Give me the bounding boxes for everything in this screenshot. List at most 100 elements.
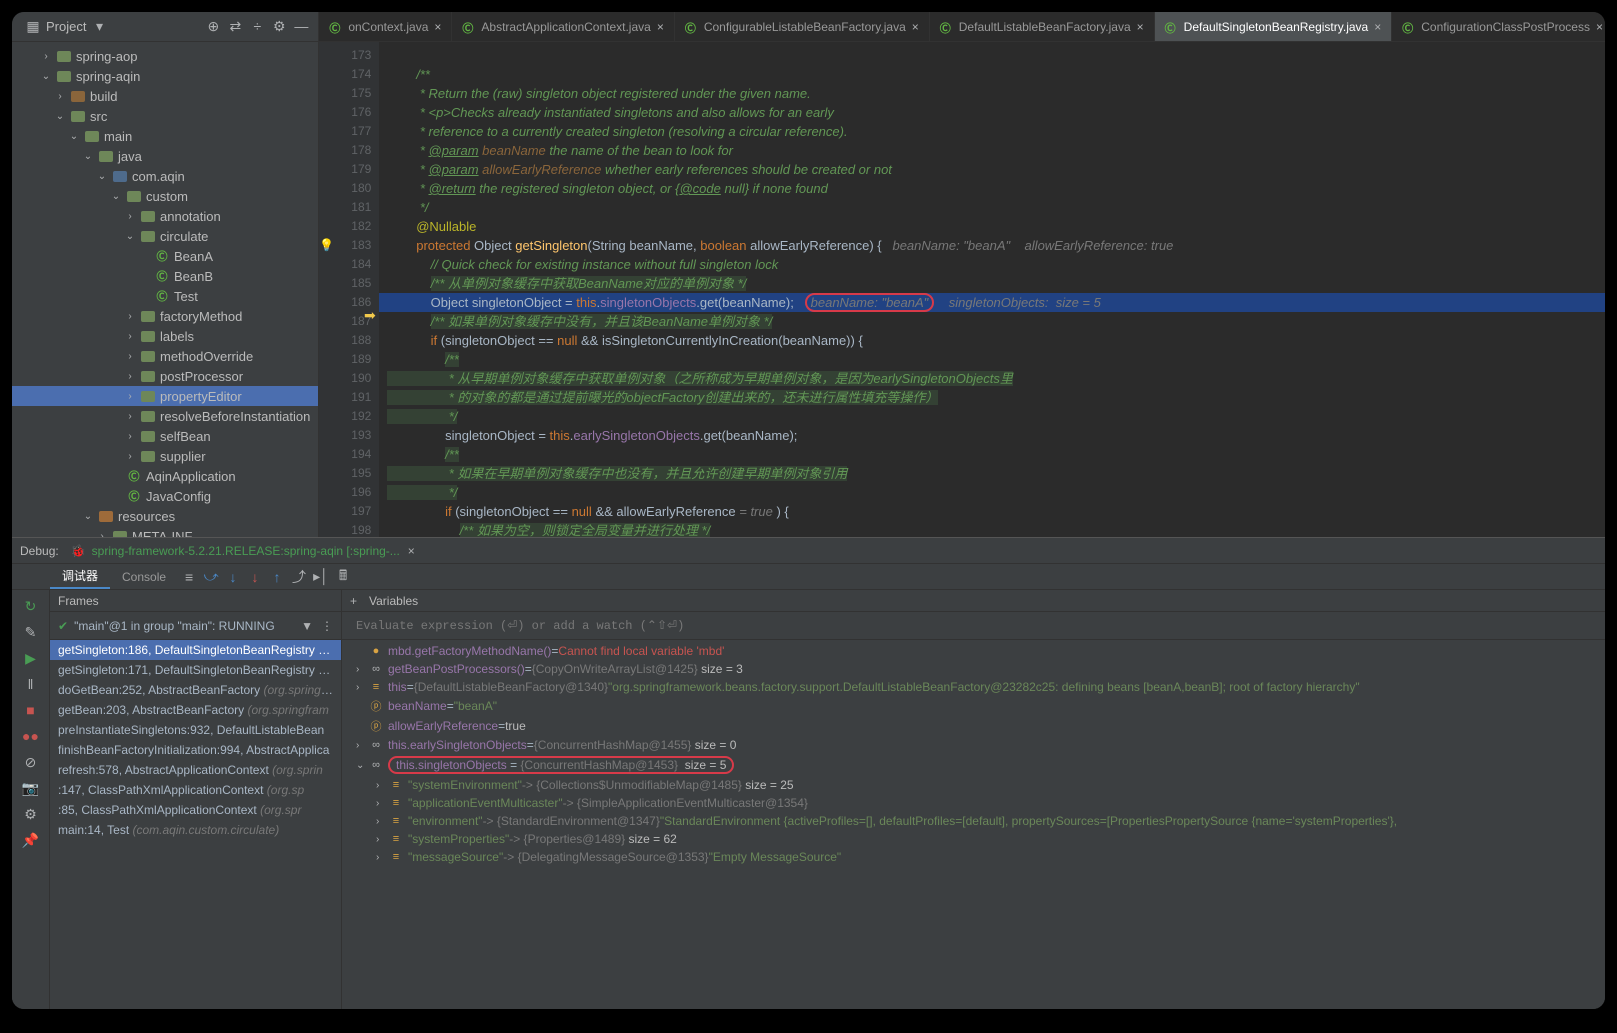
stack-frame[interactable]: main:14, Test (com.aqin.custom.circulate… [50, 820, 341, 840]
stack-frame[interactable]: getSingleton:186, DefaultSingletonBeanRe… [50, 640, 341, 660]
variable-row[interactable]: ⓟbeanName = "beanA" [342, 696, 1605, 716]
stack-frame[interactable]: doGetBean:252, AbstractBeanFactory (org.… [50, 680, 341, 700]
evaluate-icon[interactable]: 🖩 [332, 565, 354, 589]
dropdown-icon[interactable]: ▾ [90, 18, 108, 36]
modify-icon[interactable]: ✎ [19, 620, 43, 644]
editor-tab[interactable]: ⒸonContext.java× [319, 12, 452, 41]
code-line[interactable]: /** 从单例对象缓存中获取BeanName对应的单例对象 */ [379, 274, 1605, 293]
more-tabs-icon[interactable]: ≡ [178, 569, 200, 585]
stop-icon[interactable]: ■ [19, 698, 43, 722]
tree-node[interactable]: ›spring-aop [12, 46, 318, 66]
editor-tab[interactable]: ⒸDefaultSingletonBeanRegistry.java× [1155, 12, 1393, 41]
variable-row[interactable]: ›∞getBeanPostProcessors() = {CopyOnWrite… [342, 660, 1605, 678]
tree-node[interactable]: ⒸJavaConfig [12, 486, 318, 506]
console-tab[interactable]: Console [110, 564, 178, 589]
tree-node[interactable]: ⒸTest [12, 286, 318, 306]
variable-row[interactable]: ›≡"messageSource" -> {DelegatingMessageS… [342, 848, 1605, 866]
tree-node[interactable]: ⌄main [12, 126, 318, 146]
code-line[interactable]: * <p>Checks already instantiated singlet… [379, 103, 1605, 122]
run-to-cursor-icon[interactable]: ▸│ [310, 568, 332, 585]
code-line[interactable]: if (singletonObject == null && allowEarl… [379, 502, 1605, 521]
tree-node[interactable]: ⌄resources [12, 506, 318, 526]
drop-frame-icon[interactable]: ⤴ [288, 567, 310, 587]
variable-row[interactable]: ●mbd.getFactoryMethodName() = Cannot fin… [342, 642, 1605, 660]
code-line[interactable]: * 从早期单例对象缓存中获取单例对象（之所称成为早期单例对象，是因为earlyS… [379, 369, 1605, 388]
tree-node[interactable]: ›selfBean [12, 426, 318, 446]
target-icon[interactable]: ⊕ [204, 18, 222, 36]
more-icon[interactable]: ⋮ [321, 619, 333, 633]
variable-row[interactable]: ⌄∞this.singletonObjects = {ConcurrentHas… [342, 754, 1605, 776]
stack-frame[interactable]: :85, ClassPathXmlApplicationContext (org… [50, 800, 341, 820]
debug-config[interactable]: spring-framework-5.2.21.RELEASE:spring-a… [92, 544, 400, 558]
tree-node[interactable]: ›factoryMethod [12, 306, 318, 326]
tree-node[interactable]: ›annotation [12, 206, 318, 226]
tree-node[interactable]: ›build [12, 86, 318, 106]
tree-node[interactable]: ⒸAqinApplication [12, 466, 318, 486]
step-into-icon[interactable]: ↓ [222, 569, 244, 585]
force-step-icon[interactable]: ↓ [244, 569, 266, 585]
code-line[interactable]: /** [379, 65, 1605, 84]
debugger-tab[interactable]: 调试器 [50, 564, 110, 589]
breakpoints-icon[interactable]: ●● [19, 724, 43, 748]
stack-frame[interactable]: preInstantiateSingletons:932, DefaultLis… [50, 720, 341, 740]
gear-icon[interactable]: ⚙ [270, 18, 288, 36]
variable-row[interactable]: ›≡"environment" -> {StandardEnvironment@… [342, 812, 1605, 830]
code-line[interactable]: */ [379, 483, 1605, 502]
variable-row[interactable]: ›∞this.earlySingletonObjects = {Concurre… [342, 736, 1605, 754]
variable-row[interactable]: ›≡this = {DefaultListableBeanFactory@134… [342, 678, 1605, 696]
code-line[interactable]: * Return the (raw) singleton object regi… [379, 84, 1605, 103]
step-over-icon[interactable]: ⤻ [200, 568, 222, 585]
variable-row[interactable]: ›≡"applicationEventMulticaster" -> {Simp… [342, 794, 1605, 812]
mute-bp-icon[interactable]: ⊘ [19, 750, 43, 774]
stack-frame[interactable]: :147, ClassPathXmlApplicationContext (or… [50, 780, 341, 800]
code-line[interactable]: */ [379, 198, 1605, 217]
add-watch-icon[interactable]: + [350, 594, 357, 608]
tree-node[interactable]: ›methodOverride [12, 346, 318, 366]
code-line[interactable]: /** 如果为空，则锁定全局变量并进行处理 */ [379, 521, 1605, 537]
tree-node[interactable]: ›supplier [12, 446, 318, 466]
resume-icon[interactable]: ▶ [19, 646, 43, 670]
tree-node[interactable]: ⌄spring-aqin [12, 66, 318, 86]
tree-node[interactable]: ⒸBeanB [12, 266, 318, 286]
variable-row[interactable]: ⓟallowEarlyReference = true [342, 716, 1605, 736]
editor-tab[interactable]: ⒸAbstractApplicationContext.java× [452, 12, 674, 41]
variables-list[interactable]: ●mbd.getFactoryMethodName() = Cannot fin… [342, 640, 1605, 1009]
step-out-icon[interactable]: ↑ [266, 569, 288, 585]
code-line[interactable]: /** [379, 445, 1605, 464]
tree-node[interactable]: ›labels [12, 326, 318, 346]
editor-tab[interactable]: ⒸDefaultListableBeanFactory.java× [930, 12, 1155, 41]
code-line[interactable]: @Nullable [379, 217, 1605, 236]
tree-node[interactable]: ⌄circulate [12, 226, 318, 246]
tree-node[interactable]: ⒸBeanA [12, 246, 318, 266]
code-line[interactable]: if (singletonObject == null && isSinglet… [379, 331, 1605, 350]
settings-icon[interactable]: ⚙ [19, 802, 43, 826]
code-line[interactable]: */ [379, 407, 1605, 426]
code-line[interactable]: * 的对象的都是通过提前曝光的objectFactory创建出来的，还未进行属性… [379, 388, 1605, 407]
tree-node[interactable]: ⌄com.aqin [12, 166, 318, 186]
pause-icon[interactable]: ‖ [19, 672, 43, 696]
code-line[interactable]: * reference to a currently created singl… [379, 122, 1605, 141]
code-line[interactable]: singletonObject = this.earlySingletonObj… [379, 426, 1605, 445]
code-line[interactable] [379, 46, 1605, 65]
expand-icon[interactable]: ⇄ [226, 18, 244, 36]
stack-frame[interactable]: finishBeanFactoryInitialization:994, Abs… [50, 740, 341, 760]
project-tree[interactable]: ›spring-aop⌄spring-aqin›build⌄src⌄main⌄j… [12, 42, 318, 537]
pin-icon[interactable]: 📌 [19, 828, 43, 852]
tree-node[interactable]: ›META-INF [12, 526, 318, 537]
filter-icon[interactable]: ▼ [301, 619, 313, 633]
code-line[interactable]: * @param beanName the name of the bean t… [379, 141, 1605, 160]
thread-selector[interactable]: ✔ "main"@1 in group "main": RUNNING ▼ ⋮ [50, 612, 341, 640]
dump-icon[interactable]: 📷 [19, 776, 43, 800]
code-line[interactable]: * @return the registered singleton objec… [379, 179, 1605, 198]
editor-tab[interactable]: ⒸConfigurableListableBeanFactory.java× [675, 12, 930, 41]
stack-frame[interactable]: getSingleton:171, DefaultSingletonBeanRe… [50, 660, 341, 680]
close-debug-icon[interactable]: × [408, 544, 415, 558]
code-line[interactable]: * 如果在早期单例对象缓存中也没有，并且允许创建早期单例对象引用 [379, 464, 1605, 483]
tree-node[interactable]: ›postProcessor [12, 366, 318, 386]
editor-tab[interactable]: ⒸConfigurationClassPostProcess× [1392, 12, 1605, 41]
hide-icon[interactable]: — [292, 18, 310, 36]
stack-frame[interactable]: getBean:203, AbstractBeanFactory (org.sp… [50, 700, 341, 720]
variable-row[interactable]: ›≡"systemProperties" -> {Properties@1489… [342, 830, 1605, 848]
tree-node[interactable]: ⌄java [12, 146, 318, 166]
tree-node[interactable]: ›resolveBeforeInstantiation [12, 406, 318, 426]
